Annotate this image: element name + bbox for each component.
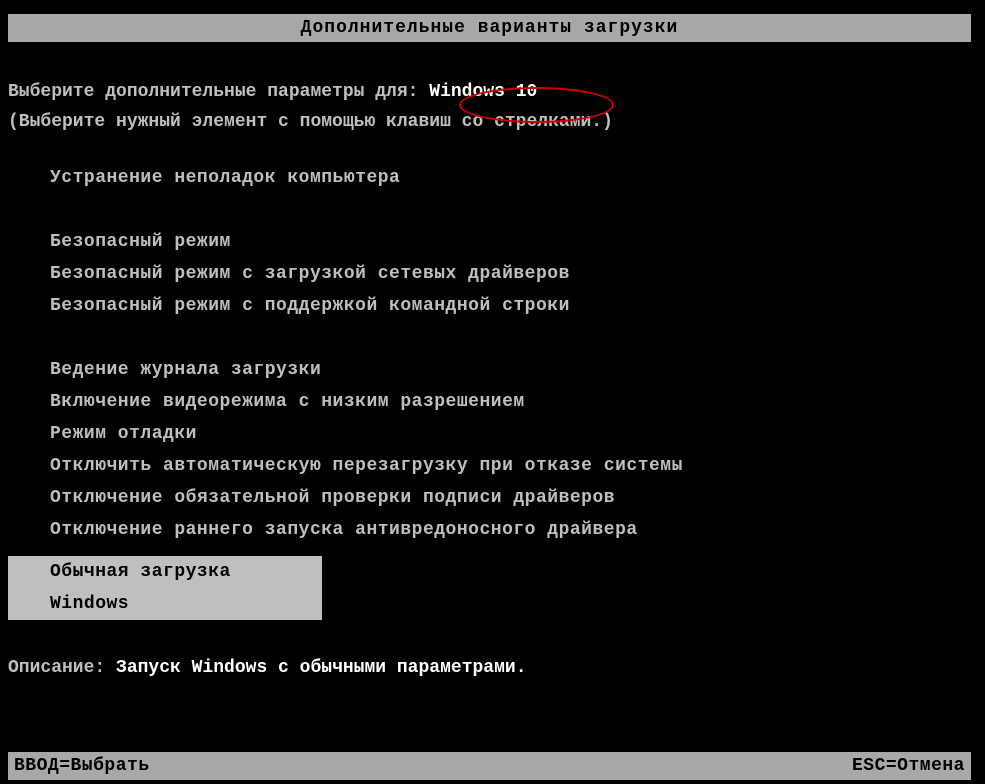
menu-item-debug[interactable]: Режим отладки — [50, 418, 977, 450]
menu-item-safe-mode-cmd[interactable]: Безопасный режим с поддержкой командной … — [50, 290, 977, 322]
os-name: Windows 10 — [429, 82, 537, 102]
title-bar: Дополнительные варианты загрузки — [8, 14, 971, 42]
boot-options-menu: Устранение неполадок компьютера Безопасн… — [8, 162, 977, 620]
menu-item-disable-driver-sig[interactable]: Отключение обязательной проверки подписи… — [50, 482, 977, 514]
description-text: Запуск Windows с обычными параметрами. — [116, 658, 526, 678]
description-area: Описание: Запуск Windows с обычными пара… — [8, 658, 977, 678]
page-title: Дополнительные варианты загрузки — [301, 18, 679, 38]
prompt-prefix: Выберите дополнительные параметры для: — [8, 82, 429, 102]
menu-item-repair[interactable]: Устранение неполадок компьютера — [50, 162, 977, 194]
menu-item-low-res[interactable]: Включение видеорежима с низким разрешени… — [50, 386, 977, 418]
menu-item-normal-boot[interactable]: Обычная загрузка Windows — [8, 556, 322, 620]
menu-item-safe-mode-network[interactable]: Безопасный режим с загрузкой сетевых дра… — [50, 258, 977, 290]
hint-text: (Выберите нужный элемент с помощью клави… — [8, 112, 977, 132]
footer-enter-hint: ВВОД=Выбрать — [14, 756, 150, 776]
footer-bar: ВВОД=Выбрать ESC=Отмена — [8, 752, 971, 780]
menu-item-disable-auto-restart[interactable]: Отключить автоматическую перезагрузку пр… — [50, 450, 977, 482]
menu-item-disable-antimalware[interactable]: Отключение раннего запуска антивредоносн… — [50, 514, 977, 546]
prompt-line: Выберите дополнительные параметры для: W… — [8, 82, 977, 102]
menu-item-safe-mode[interactable]: Безопасный режим — [50, 226, 977, 258]
menu-item-boot-logging[interactable]: Ведение журнала загрузки — [50, 354, 977, 386]
description-label: Описание: — [8, 658, 116, 678]
footer-esc-hint: ESC=Отмена — [852, 756, 965, 776]
content-area: Выберите дополнительные параметры для: W… — [0, 82, 985, 678]
